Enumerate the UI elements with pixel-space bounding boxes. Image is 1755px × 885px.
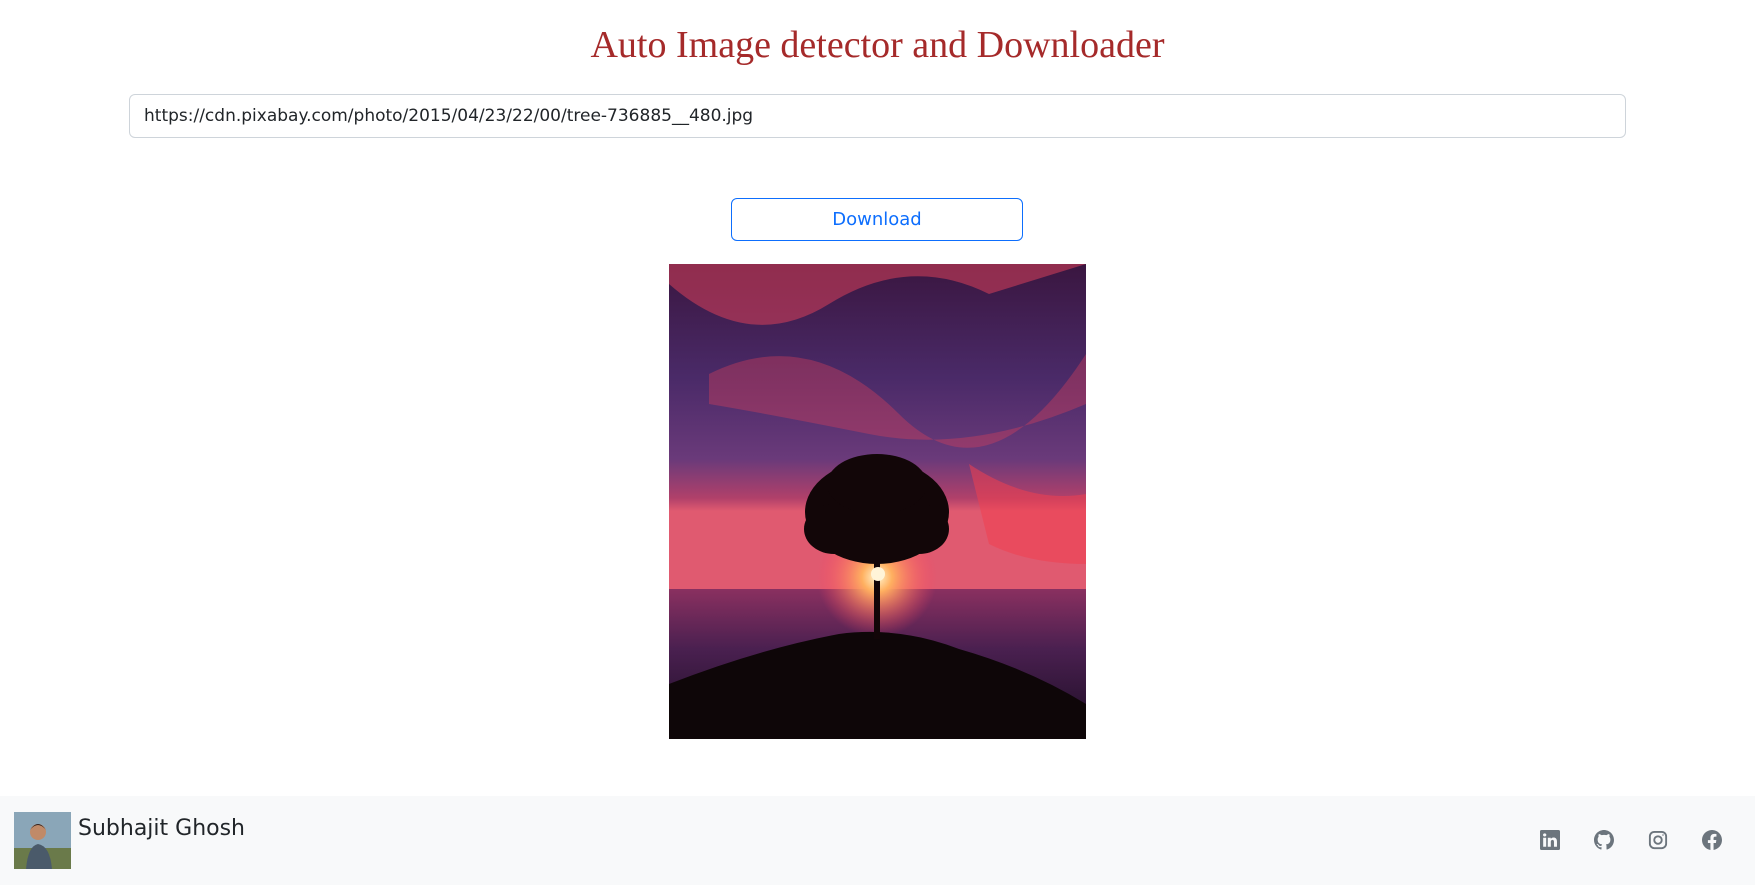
linkedin-icon[interactable] [1540, 830, 1560, 850]
image-url-input[interactable] [129, 94, 1626, 138]
page-title: Auto Image detector and Downloader [590, 24, 1165, 66]
author-avatar [14, 812, 71, 869]
footer: Subhajit Ghosh [0, 796, 1755, 885]
page: Auto Image detector and Downloader Downl… [0, 0, 1755, 885]
instagram-icon[interactable] [1648, 830, 1668, 850]
author-name: Subhajit Ghosh [78, 816, 245, 841]
image-preview [669, 264, 1086, 739]
github-icon[interactable] [1594, 830, 1614, 850]
facebook-icon[interactable] [1702, 830, 1722, 850]
download-button[interactable]: Download [731, 198, 1023, 241]
